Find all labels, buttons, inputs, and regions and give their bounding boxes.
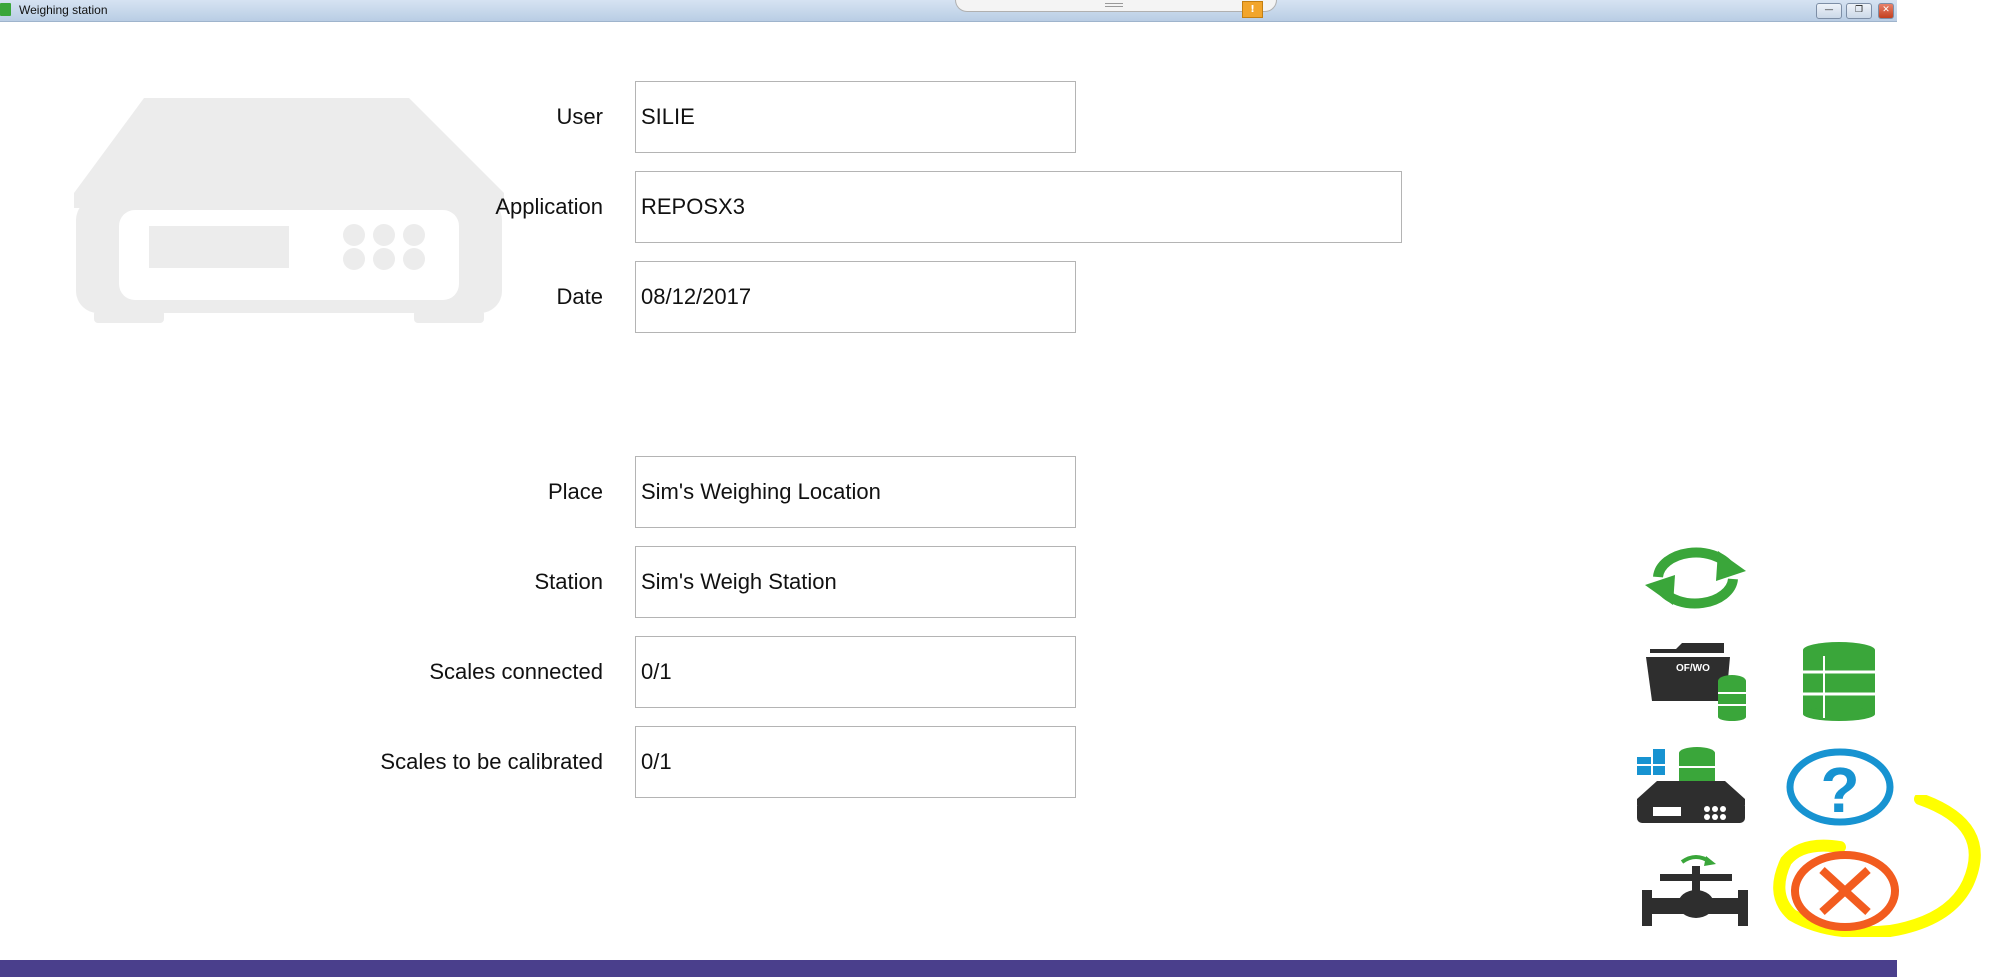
- scales-to-calibrate-field[interactable]: 0/1: [635, 726, 1076, 798]
- bottom-bar: [0, 960, 1897, 977]
- application-label: Application: [495, 194, 603, 219]
- scales-connected-field[interactable]: 0/1: [635, 636, 1076, 708]
- scale-watermark-icon: [74, 98, 504, 323]
- close-window-button[interactable]: ✕: [1878, 3, 1894, 19]
- scales-to-calibrate-label: Scales to be calibrated: [380, 749, 603, 774]
- barrel-icon[interactable]: [1800, 642, 1878, 722]
- station-field[interactable]: Sim's Weigh Station: [635, 546, 1076, 618]
- scale-weighing-icon[interactable]: [1635, 745, 1750, 827]
- title-bar: Weighing station ! — ❐ ✕: [0, 0, 1897, 22]
- date-label: Date: [556, 284, 603, 309]
- window-title: Weighing station: [19, 3, 108, 17]
- close-circle-icon[interactable]: [1770, 795, 1994, 937]
- app-icon: [0, 3, 11, 16]
- user-label: User: [556, 104, 603, 129]
- grip-icon: [1105, 3, 1123, 7]
- place-field[interactable]: Sim's Weighing Location: [635, 456, 1076, 528]
- user-field[interactable]: SILIE: [635, 81, 1076, 153]
- minimize-button[interactable]: —: [1816, 3, 1842, 19]
- place-label: Place: [547, 479, 603, 504]
- work-order-folder-icon[interactable]: OF/WO: [1646, 643, 1752, 721]
- warning-icon[interactable]: !: [1242, 1, 1263, 18]
- restore-button[interactable]: ❐: [1846, 3, 1872, 19]
- valve-icon[interactable]: [1640, 852, 1750, 932]
- station-label: Station: [534, 569, 604, 594]
- application-field[interactable]: REPOSX3: [635, 171, 1402, 243]
- date-field[interactable]: 08/12/2017: [635, 261, 1076, 333]
- work-order-label: OF/WO: [1676, 663, 1710, 674]
- refresh-icon[interactable]: [1638, 543, 1753, 613]
- scales-connected-label: Scales connected: [429, 659, 603, 684]
